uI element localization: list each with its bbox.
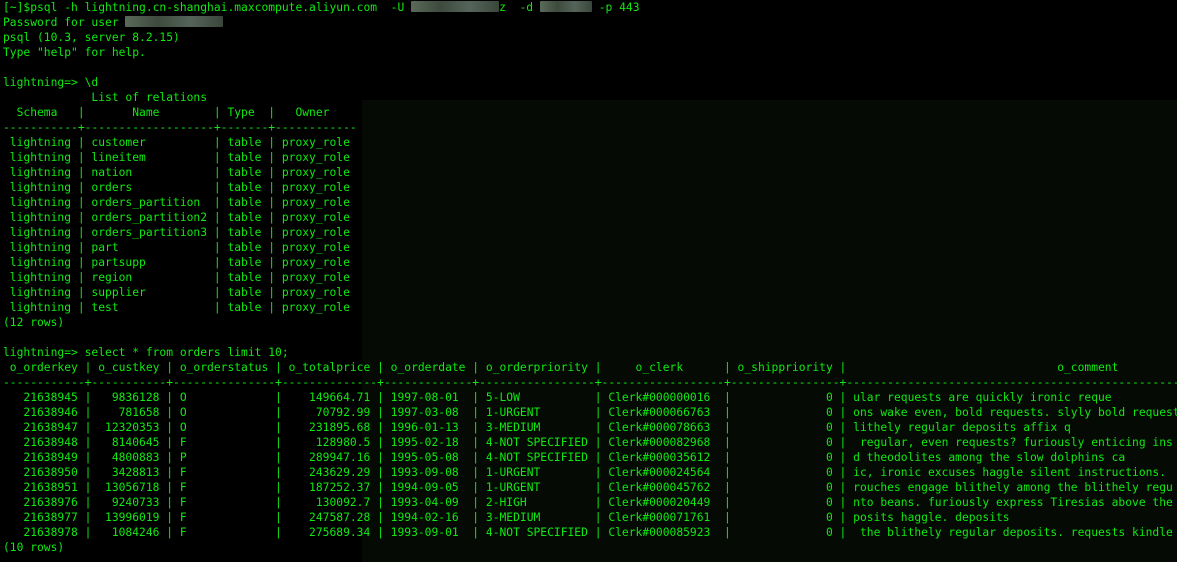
orders-header: o_orderkey | o_custkey | o_orderstatus |… [3, 361, 1119, 374]
table-row: 21638951 | 13056718 | F | 187252.37 | 19… [3, 481, 1173, 494]
relations-prompt: lightning=> \d [3, 76, 99, 89]
table-row: lightning | part | table | proxy_role [3, 241, 350, 254]
table-row: lightning | supplier | table | proxy_rol… [3, 286, 350, 299]
table-row: lightning | orders | table | proxy_role [3, 181, 350, 194]
table-row: 21638945 | 9836128 | O | 149664.71 | 199… [3, 391, 1112, 404]
table-row: lightning | test | table | proxy_role [3, 301, 350, 314]
redacted-user [125, 16, 224, 27]
table-row: lightning | customer | table | proxy_rol… [3, 136, 350, 149]
orders-row-count: (10 rows) [3, 541, 65, 554]
connect-command-mid1: z -d [499, 1, 540, 14]
relations-divider: -----------+-------------------+-------+… [3, 121, 357, 134]
relations-row-count: (12 rows) [3, 316, 65, 329]
help-line: Type "help" for help. [3, 46, 146, 59]
redacted-username [411, 1, 500, 12]
orders-prompt: lightning=> select * from orders limit 1… [3, 346, 289, 359]
connect-command: [~]$psql -h lightning.cn-shanghai.maxcom… [3, 1, 412, 14]
table-row: 21638976 | 9240733 | F | 130092.7 | 1993… [3, 496, 1177, 509]
table-row: 21638948 | 8140645 | F | 128980.5 | 1995… [3, 436, 1173, 449]
connect-command-line: [~]$psql -h lightning.cn-shanghai.maxcom… [3, 0, 1177, 15]
table-row: lightning | partsupp | table | proxy_rol… [3, 256, 350, 269]
terminal-output: [~]$psql -h lightning.cn-shanghai.maxcom… [3, 0, 1177, 555]
redacted-database [539, 1, 592, 12]
table-row: lightning | orders_partition2 | table | … [3, 211, 350, 224]
table-row: lightning | nation | table | proxy_role [3, 166, 350, 179]
connect-command-mid2: -p 443 [591, 1, 640, 14]
relations-title: List of relations [3, 91, 208, 104]
table-row: 21638978 | 1084246 | F | 275689.34 | 199… [23, 526, 1173, 539]
version-line: psql (10.3, server 8.2.15) [3, 31, 180, 44]
orders-divider: ------------+-----------+---------------… [3, 376, 1177, 389]
table-row: lightning | region | table | proxy_role [3, 271, 350, 284]
password-prompt-line: Password for user [3, 15, 1177, 30]
table-row: 21638949 | 4800883 | P | 289947.16 | 199… [3, 451, 1126, 464]
terminal-window[interactable]: [~]$psql -h lightning.cn-shanghai.maxcom… [0, 0, 1177, 562]
table-row: 21638977 | 13996019 | F | 247587.28 | 19… [3, 511, 1010, 524]
relations-header: Schema | Name | Type | Owner [3, 106, 330, 119]
table-row: lightning | lineitem | table | proxy_rol… [3, 151, 350, 164]
password-prompt: Password for user [3, 16, 126, 29]
table-row: lightning | orders_partition3 | table | … [3, 226, 350, 239]
table-row: 21638947 | 12320353 | O | 231895.68 | 19… [3, 421, 1071, 434]
table-row: lightning | orders_partition | table | p… [3, 196, 350, 209]
table-row: 21638946 | 781658 | O | 70792.99 | 1997-… [3, 406, 1177, 419]
table-row: 21638950 | 3428813 | F | 243629.29 | 199… [3, 466, 1167, 479]
